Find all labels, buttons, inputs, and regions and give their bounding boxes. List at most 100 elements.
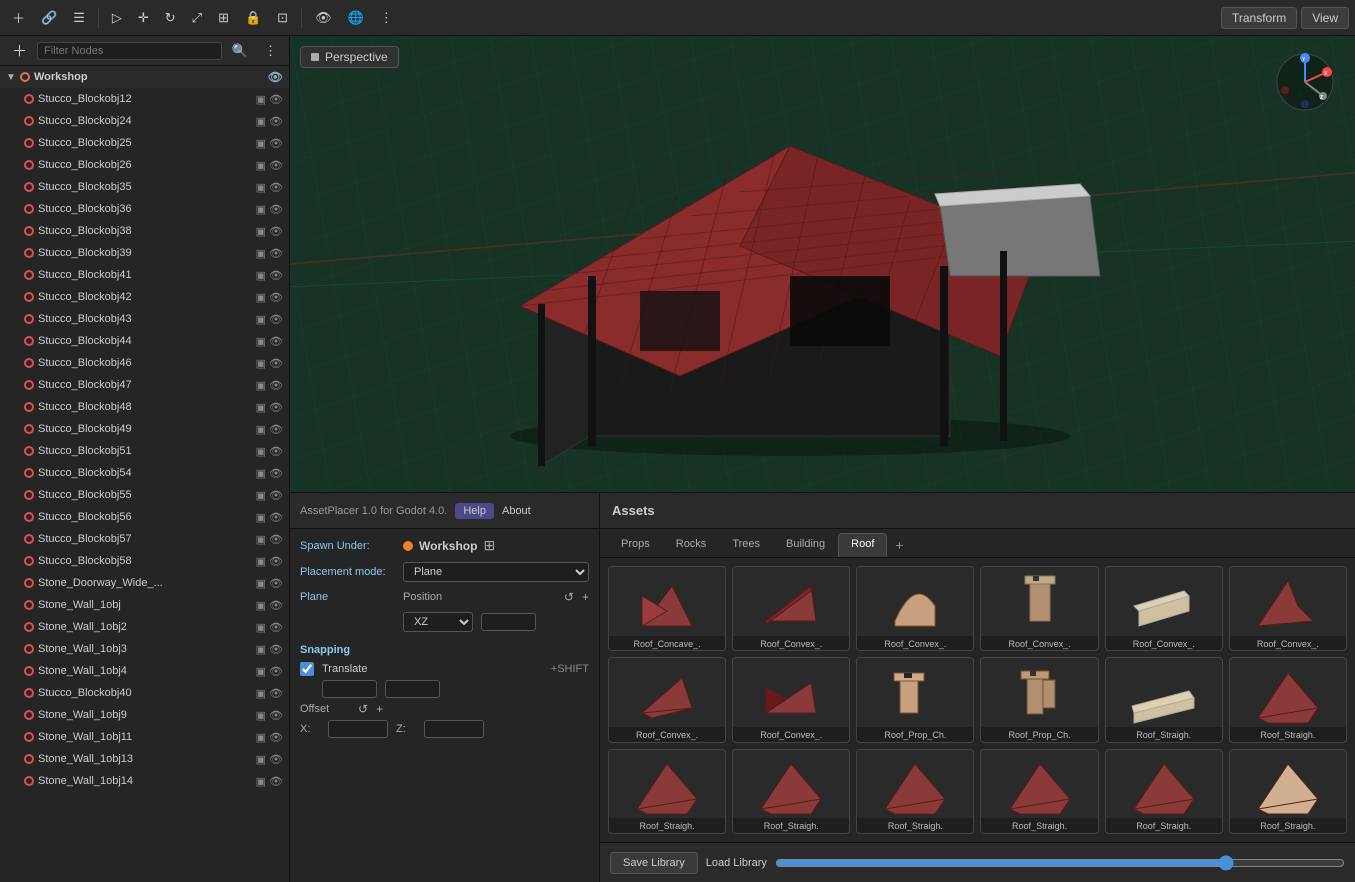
asset-item[interactable]: Roof_Straigh. (732, 749, 850, 834)
move-tool[interactable]: ✛ (132, 6, 155, 30)
grid-tool[interactable]: ⊡ (271, 6, 294, 30)
rotate-tool[interactable]: ↻ (159, 6, 182, 30)
lock-tool[interactable]: 🔒 (239, 6, 267, 30)
sidebar-item[interactable]: Stucco_Blockobj58 ▣ 👁 (0, 550, 289, 572)
visibility-icon[interactable]: 👁 (269, 775, 283, 788)
viewport[interactable]: Perspective Y X Z (290, 36, 1355, 492)
visibility-icon[interactable]: 👁 (269, 203, 283, 216)
asset-item[interactable]: Roof_Straigh. (1105, 749, 1223, 834)
asset-item[interactable]: Roof_Prop_Ch. (980, 657, 1098, 742)
translate-offset-input[interactable]: 0.1 (385, 680, 440, 698)
asset-item[interactable]: Roof_Straigh. (1229, 749, 1347, 834)
add-button[interactable]: ＋ (6, 4, 31, 31)
sidebar-item[interactable]: Stone_Wall_1obj ▣ 👁 (0, 594, 289, 616)
visibility-icon[interactable]: 👁 (269, 687, 283, 700)
asset-item[interactable]: Roof_Convex_. (1229, 566, 1347, 651)
sidebar-item[interactable]: Stucco_Blockobj47 ▣ 👁 (0, 374, 289, 396)
visibility-icon[interactable]: 👁 (269, 533, 283, 546)
sidebar-item[interactable]: Stucco_Blockobj54 ▣ 👁 (0, 462, 289, 484)
sidebar-item[interactable]: Stone_Wall_1obj4 ▣ 👁 (0, 660, 289, 682)
sidebar-item[interactable]: Stucco_Blockobj43 ▣ 👁 (0, 308, 289, 330)
visibility-icon[interactable]: 👁 (269, 291, 283, 304)
visibility-icon[interactable]: 👁 (269, 423, 283, 436)
asset-item[interactable]: Roof_Straigh. (856, 749, 974, 834)
reset-position-icon[interactable]: ↺ (564, 590, 574, 604)
asset-item[interactable]: Roof_Prop_Ch. (856, 657, 974, 742)
sidebar-item[interactable]: Stone_Wall_1obj3 ▣ 👁 (0, 638, 289, 660)
tab-add-button[interactable]: + (887, 533, 911, 557)
z-coord-input[interactable]: 0 (424, 720, 484, 738)
more-button[interactable]: ⋮ (374, 6, 399, 30)
visibility-icon[interactable]: 👁 (269, 643, 283, 656)
globe-tool[interactable]: 🌐 (342, 6, 370, 30)
visibility-icon[interactable]: 👁 (269, 269, 283, 282)
visibility-icon[interactable]: 👁 (269, 489, 283, 502)
sidebar-item[interactable]: Stucco_Blockobj56 ▣ 👁 (0, 506, 289, 528)
sidebar-item[interactable]: Stucco_Blockobj41 ▣ 👁 (0, 264, 289, 286)
transform-button[interactable]: Transform (1221, 7, 1297, 29)
zoom-slider[interactable] (775, 855, 1345, 871)
sidebar-item[interactable]: Stucco_Blockobj38 ▣ 👁 (0, 220, 289, 242)
select-tool[interactable]: ▷ (106, 6, 128, 30)
visibility-icon[interactable]: 👁 (269, 137, 283, 150)
asset-item[interactable]: Roof_Convex_. (732, 657, 850, 742)
view-button[interactable]: View (1301, 7, 1349, 29)
sidebar-item[interactable]: Stucco_Blockobj39 ▣ 👁 (0, 242, 289, 264)
visibility-icon[interactable]: 👁 (269, 313, 283, 326)
visibility-icon[interactable]: 👁 (269, 247, 283, 260)
sidebar-item[interactable]: Stucco_Blockobj25 ▣ 👁 (0, 132, 289, 154)
sidebar-item[interactable]: Stone_Wall_1obj11 ▣ 👁 (0, 726, 289, 748)
sidebar-item[interactable]: Stucco_Blockobj51 ▣ 👁 (0, 440, 289, 462)
tab-roof[interactable]: Roof (838, 533, 887, 557)
asset-item[interactable]: Roof_Convex_. (980, 566, 1098, 651)
filter-button[interactable]: ☰ (67, 6, 91, 30)
visibility-tool[interactable]: 👁 (309, 6, 338, 30)
tab-rocks[interactable]: Rocks (663, 533, 720, 557)
tab-building[interactable]: Building (773, 533, 838, 557)
visibility-icon[interactable]: 👁 (269, 753, 283, 766)
asset-item[interactable]: Roof_Straigh. (1105, 657, 1223, 742)
tab-trees[interactable]: Trees (719, 533, 773, 557)
asset-item[interactable]: Roof_Straigh. (980, 749, 1098, 834)
visibility-icon[interactable]: 👁 (269, 621, 283, 634)
sidebar-item[interactable]: Stucco_Blockobj57 ▣ 👁 (0, 528, 289, 550)
asset-item[interactable]: Roof_Concave_. (608, 566, 726, 651)
sidebar-item[interactable]: Stucco_Blockobj24 ▣ 👁 (0, 110, 289, 132)
sidebar-item[interactable]: Stone_Wall_1obj2 ▣ 👁 (0, 616, 289, 638)
offset-reset-icon[interactable]: ↺ (358, 702, 368, 716)
save-library-button[interactable]: Save Library (610, 852, 698, 874)
snap-position-icon[interactable]: + (582, 590, 589, 604)
visibility-icon[interactable]: 👁 (269, 159, 283, 172)
scale-tool[interactable]: ⤢ (186, 6, 208, 30)
load-library-button[interactable]: Load Library (706, 857, 767, 869)
sidebar-item[interactable]: Stucco_Blockobj12 ▣ 👁 (0, 88, 289, 110)
translate-checkbox[interactable] (300, 662, 314, 676)
search-button[interactable]: 🔍 (226, 39, 254, 63)
visibility-icon[interactable]: 👁 (269, 731, 283, 744)
visibility-icon[interactable]: 👁 (269, 181, 283, 194)
visibility-icon[interactable]: 👁 (269, 225, 283, 238)
about-button[interactable]: About (502, 505, 531, 517)
visibility-icon[interactable]: 👁 (269, 467, 283, 480)
tab-props[interactable]: Props (608, 533, 663, 557)
root-visibility-icon[interactable]: 👁 (268, 70, 283, 84)
sidebar-item[interactable]: Stucco_Blockobj55 ▣ 👁 (0, 484, 289, 506)
visibility-icon[interactable]: 👁 (269, 599, 283, 612)
sidebar-item[interactable]: Stucco_Blockobj26 ▣ 👁 (0, 154, 289, 176)
visibility-icon[interactable]: 👁 (269, 335, 283, 348)
asset-item[interactable]: Roof_Convex_. (856, 566, 974, 651)
offset-snap-icon[interactable]: + (376, 702, 383, 716)
visibility-icon[interactable]: 👁 (269, 665, 283, 678)
sidebar-item[interactable]: Stone_Doorway_Wide_... ▣ 👁 (0, 572, 289, 594)
sidebar-item[interactable]: Stucco_Blockobj35 ▣ 👁 (0, 176, 289, 198)
link-button[interactable]: 🔗 (35, 6, 63, 30)
x-coord-input[interactable]: 0 (328, 720, 388, 738)
sidebar-item[interactable]: Stucco_Blockobj46 ▣ 👁 (0, 352, 289, 374)
snap-tool[interactable]: ⊞ (212, 6, 235, 30)
sidebar-item[interactable]: Stucco_Blockobj40 ▣ 👁 (0, 682, 289, 704)
asset-item[interactable]: Roof_Convex_. (732, 566, 850, 651)
sidebar-item[interactable]: Stucco_Blockobj48 ▣ 👁 (0, 396, 289, 418)
translate-value-input[interactable]: 1 (322, 680, 377, 698)
visibility-icon[interactable]: 👁 (269, 115, 283, 128)
sidebar-item[interactable]: Stone_Wall_1obj13 ▣ 👁 (0, 748, 289, 770)
